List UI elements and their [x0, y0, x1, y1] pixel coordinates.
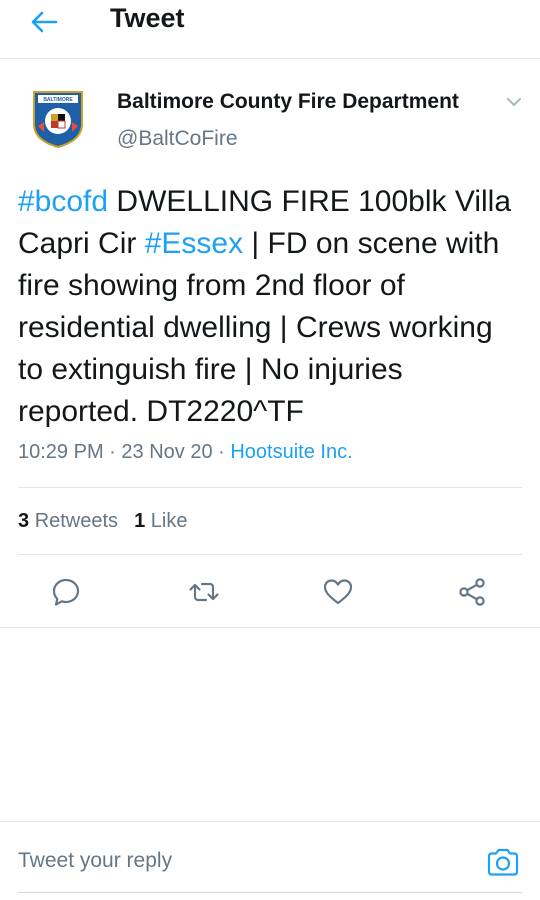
author-handle[interactable]: @BaltCoFire: [117, 127, 238, 151]
likes-label: Like: [150, 510, 188, 532]
avatar[interactable]: BALTIMORE: [31, 88, 85, 148]
retweets-count: 3: [18, 510, 30, 532]
divider: [0, 627, 540, 628]
retweets-label: Retweets: [34, 510, 119, 532]
tweet-source-link[interactable]: Hootsuite Inc.: [230, 441, 352, 463]
tweet-date: 23 Nov 20: [121, 441, 213, 463]
reply-input[interactable]: Tweet your reply: [18, 849, 172, 873]
tweet-time: 10:29 PM: [18, 441, 104, 463]
like-icon[interactable]: [322, 576, 354, 608]
divider: [18, 487, 522, 488]
chevron-down-icon[interactable]: [504, 92, 524, 112]
divider: [0, 821, 540, 822]
tweet-stats: 3 Retweets 1 Like: [18, 510, 187, 533]
divider: [18, 892, 522, 893]
reply-icon[interactable]: [50, 576, 82, 608]
reply-bar: Tweet your reply: [0, 821, 540, 900]
likes-stat[interactable]: 1 Like: [134, 510, 187, 532]
camera-icon[interactable]: [486, 847, 520, 877]
svg-text:BALTIMORE: BALTIMORE: [43, 97, 73, 103]
share-icon[interactable]: [456, 576, 488, 608]
page-title: Tweet: [110, 3, 185, 33]
retweets-stat[interactable]: 3 Retweets: [18, 510, 118, 532]
tweet-text: #bcofd DWELLING FIRE 100blk Villa Capri …: [18, 181, 523, 433]
arrow-left-icon[interactable]: [28, 6, 60, 38]
retweet-icon[interactable]: [188, 576, 220, 608]
author-name[interactable]: Baltimore County Fire Department: [117, 90, 459, 114]
tweet-meta: 10:29 PM · 23 Nov 20 · Hootsuite Inc.: [18, 441, 353, 463]
hashtag-link[interactable]: #Essex: [145, 227, 243, 260]
top-bar: Tweet: [0, 0, 540, 59]
likes-count: 1: [134, 510, 146, 532]
hashtag-link[interactable]: #bcofd: [18, 185, 108, 218]
divider: [18, 554, 522, 555]
